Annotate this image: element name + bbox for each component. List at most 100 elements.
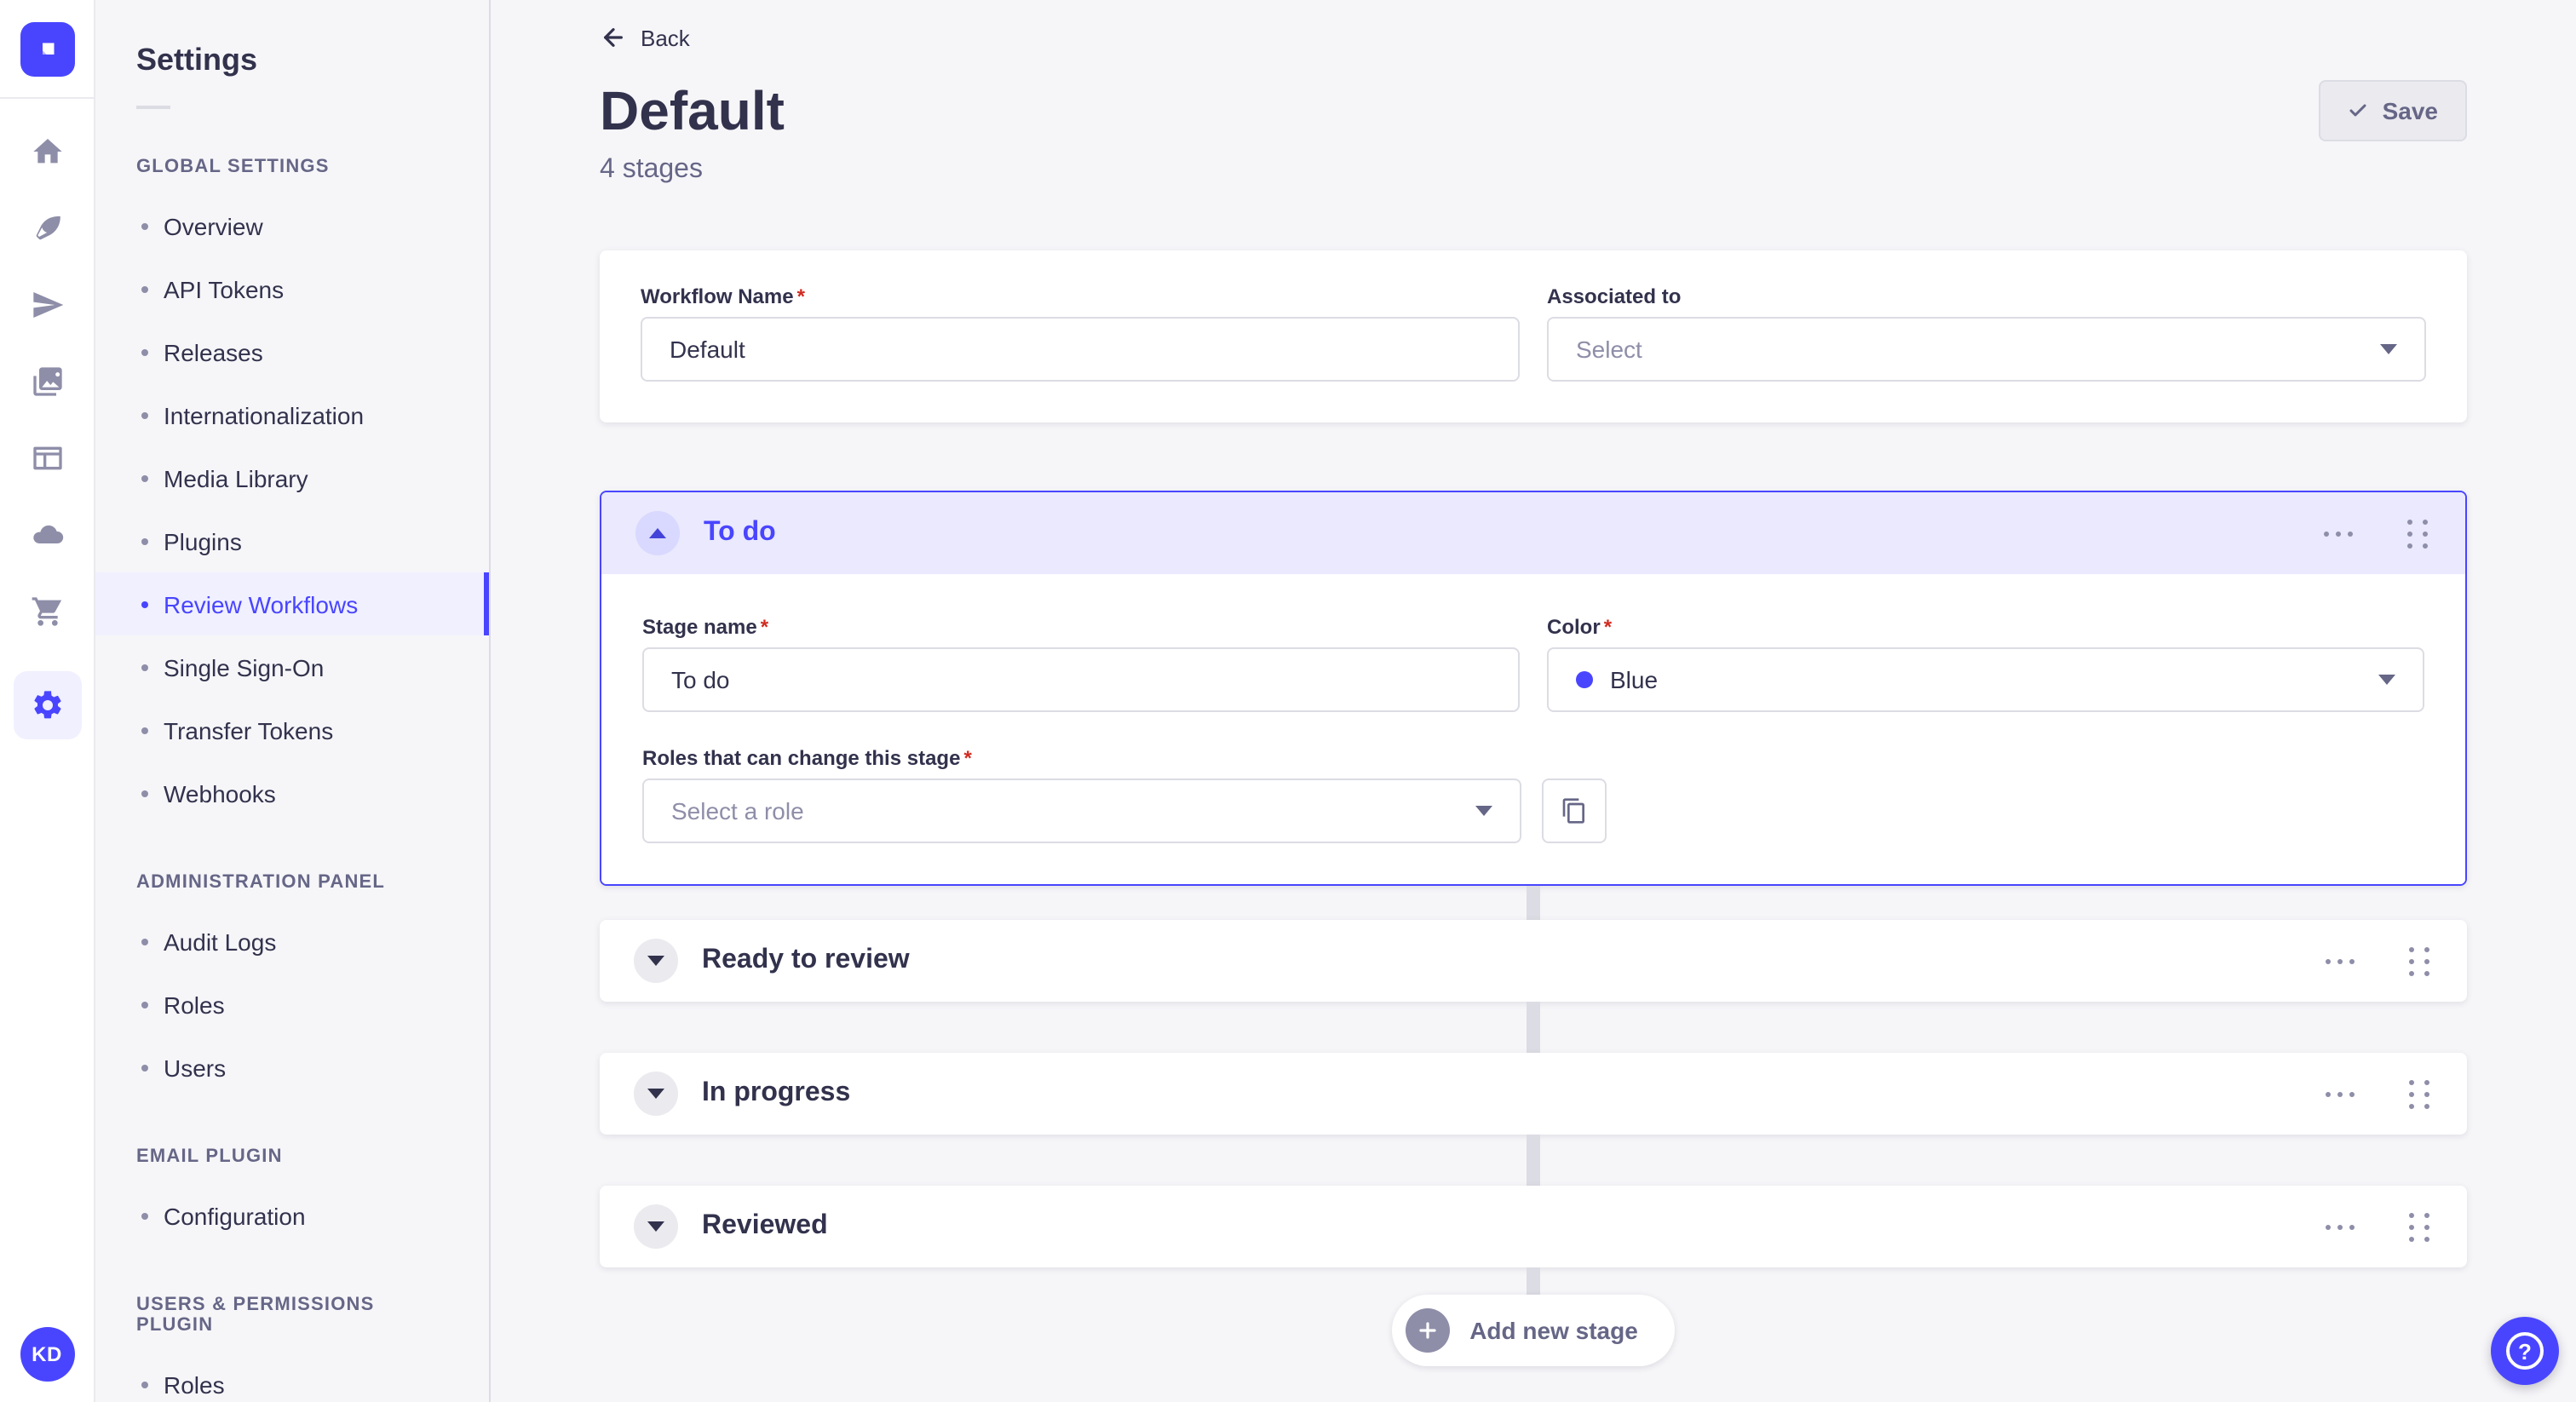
workflow-meta-card: Workflow Name * Associated to Select xyxy=(600,250,2467,422)
help-button[interactable]: ? xyxy=(2491,1317,2559,1385)
user-avatar[interactable]: KD xyxy=(20,1327,74,1382)
content-manager-icon[interactable] xyxy=(30,441,64,475)
home-icon[interactable] xyxy=(30,135,64,169)
expand-stage-button[interactable] xyxy=(634,1204,678,1249)
chevron-down-icon xyxy=(2378,675,2395,685)
save-button[interactable]: Save xyxy=(2319,80,2467,141)
stage-options-button[interactable] xyxy=(2315,1081,2365,1106)
color-swatch xyxy=(1576,671,1593,688)
back-link[interactable]: Back xyxy=(600,24,690,51)
stage-card-in-progress[interactable]: In progress xyxy=(600,1053,2467,1135)
sidebar-item-label: Audit Logs xyxy=(164,928,277,955)
sidebar-item-label: Users xyxy=(164,1054,227,1081)
sidebar-item-email-configuration[interactable]: Configuration xyxy=(95,1184,489,1247)
chevron-down-icon xyxy=(647,1089,664,1099)
stage-name-label: Stage name xyxy=(642,615,757,639)
bullet-icon xyxy=(141,348,148,355)
bullet-icon xyxy=(141,790,148,796)
associated-to-select[interactable]: Select xyxy=(1547,317,2426,382)
stage-card-reviewed[interactable]: Reviewed xyxy=(600,1186,2467,1267)
stage-options-button[interactable] xyxy=(2315,948,2365,974)
stage-name-input[interactable] xyxy=(642,647,1520,712)
bullet-icon xyxy=(141,727,148,733)
section-label-global-settings: GLOBAL SETTINGS xyxy=(136,157,330,177)
media-library-icon[interactable] xyxy=(30,365,64,399)
sidebar-item-up-roles[interactable]: Roles xyxy=(95,1353,489,1402)
deploy-icon[interactable] xyxy=(30,288,64,322)
stage-connector xyxy=(1527,1135,1540,1186)
sidebar-item-label: Media Library xyxy=(164,464,308,491)
roles-placeholder: Select a role xyxy=(671,797,804,825)
stage-count: 4 stages xyxy=(600,155,703,184)
check-icon xyxy=(2350,104,2367,117)
sidebar-item-admin-roles[interactable]: Roles xyxy=(95,973,489,1036)
bullet-icon xyxy=(141,600,148,607)
bullet-icon xyxy=(141,222,148,229)
chevron-up-icon xyxy=(649,528,666,538)
sidebar-item-review-workflows[interactable]: Review Workflows xyxy=(95,572,489,635)
content-type-builder-icon[interactable] xyxy=(30,211,64,245)
cloud-icon[interactable] xyxy=(30,518,64,552)
sidebar-item-audit-logs[interactable]: Audit Logs xyxy=(95,910,489,973)
sidebar-item-single-sign-on[interactable]: Single Sign-On xyxy=(95,635,489,698)
nav-rail: KD xyxy=(0,0,95,1402)
required-mark: * xyxy=(1603,615,1613,639)
chevron-down-icon xyxy=(647,956,664,966)
sidebar-item-webhooks[interactable]: Webhooks xyxy=(95,761,489,825)
chevron-down-icon xyxy=(2380,344,2397,354)
back-arrow-icon xyxy=(604,28,623,47)
expand-stage-button[interactable] xyxy=(634,939,678,983)
stage-connector xyxy=(1527,886,1540,920)
chevron-down-icon xyxy=(647,1221,664,1232)
required-mark: * xyxy=(963,746,972,770)
sidebar-item-media-library[interactable]: Media Library xyxy=(95,446,489,509)
stage-options-button[interactable] xyxy=(2315,1214,2365,1239)
stage-title: In progress xyxy=(702,1078,851,1107)
stage-header-to-do[interactable]: To do xyxy=(601,492,2465,574)
main-content: Back Default Save 4 stages Workflow Name… xyxy=(491,0,2576,1402)
stage-title: Reviewed xyxy=(702,1211,828,1240)
sidebar-item-label: Roles xyxy=(164,1370,225,1398)
marketplace-icon[interactable] xyxy=(30,595,64,629)
drag-handle[interactable] xyxy=(2399,936,2440,985)
drag-handle[interactable] xyxy=(2399,1069,2440,1118)
drag-handle[interactable] xyxy=(2397,509,2438,558)
subnav-divider xyxy=(136,106,170,109)
sidebar-item-internationalization[interactable]: Internationalization xyxy=(95,383,489,446)
roles-select[interactable]: Select a role xyxy=(642,779,1521,843)
color-select[interactable]: Blue xyxy=(1547,647,2424,712)
sidebar-item-plugins[interactable]: Plugins xyxy=(95,509,489,572)
bullet-icon xyxy=(141,411,148,418)
sidebar-item-label: Releases xyxy=(164,338,263,365)
sidebar-item-label: Overview xyxy=(164,212,263,239)
strapi-glyph xyxy=(42,43,54,55)
sidebar-item-label: Single Sign-On xyxy=(164,653,325,681)
workflow-name-input[interactable] xyxy=(641,317,1520,382)
sidebar-item-label: Review Workflows xyxy=(164,590,359,618)
add-new-stage-button[interactable]: Add new stage xyxy=(1391,1295,1676,1366)
bullet-icon xyxy=(141,285,148,292)
stage-title: To do xyxy=(704,518,776,547)
duplicate-roles-button[interactable] xyxy=(1542,779,1607,843)
sidebar-item-users[interactable]: Users xyxy=(95,1036,489,1099)
stage-connector xyxy=(1527,1267,1540,1295)
app-window: KD Settings GLOBAL SETTINGS Overview API… xyxy=(0,0,2576,1402)
required-mark: * xyxy=(760,615,769,639)
question-mark-icon: ? xyxy=(2506,1332,2544,1370)
sidebar-item-transfer-tokens[interactable]: Transfer Tokens xyxy=(95,698,489,761)
bullet-icon xyxy=(141,537,148,544)
sidebar-item-releases[interactable]: Releases xyxy=(95,320,489,383)
stage-options-button[interactable] xyxy=(2314,520,2363,546)
expand-stage-button[interactable] xyxy=(634,1072,678,1116)
sidebar-item-overview[interactable]: Overview xyxy=(95,194,489,257)
strapi-logo[interactable] xyxy=(20,22,74,77)
stage-card-ready-to-review[interactable]: Ready to review xyxy=(600,920,2467,1002)
settings-icon[interactable] xyxy=(13,671,81,739)
drag-handle[interactable] xyxy=(2399,1202,2440,1251)
save-label: Save xyxy=(2382,97,2438,124)
sidebar-item-label: Webhooks xyxy=(164,779,276,807)
sidebar-item-api-tokens[interactable]: API Tokens xyxy=(95,257,489,320)
sidebar-item-label: Internationalization xyxy=(164,401,365,428)
sidebar-item-label: Roles xyxy=(164,991,225,1018)
collapse-stage-button[interactable] xyxy=(635,511,680,555)
